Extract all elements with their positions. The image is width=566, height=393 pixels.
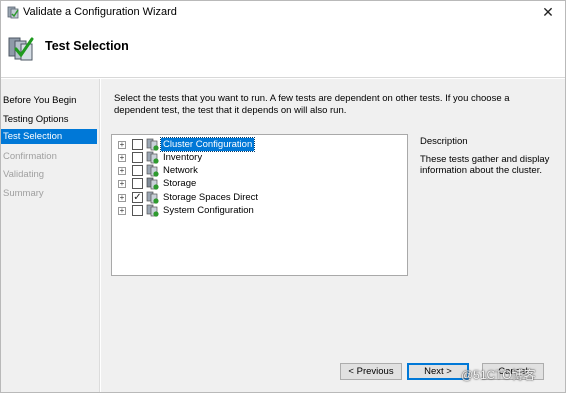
tree-item-inventory[interactable]: + Inventory xyxy=(118,151,398,164)
description-text: These tests gather and display informati… xyxy=(420,154,550,176)
window-title: Validate a Configuration Wizard xyxy=(23,6,177,18)
nav-step-label: Confirmation xyxy=(3,151,57,162)
network-icon xyxy=(146,164,159,177)
test-checkbox[interactable] xyxy=(132,165,143,176)
nav-step-before-you-begin[interactable]: Before You Begin xyxy=(1,93,97,108)
close-icon: ✕ xyxy=(542,4,554,20)
storage-spaces-icon xyxy=(146,191,159,204)
nav-step-label: Before You Begin xyxy=(3,95,77,106)
test-checkbox[interactable] xyxy=(132,178,143,189)
nav-step-label: Testing Options xyxy=(3,114,69,125)
nav-step-label: Summary xyxy=(3,188,44,199)
expand-icon[interactable]: + xyxy=(118,194,126,202)
instructions-text: Select the tests that you want to run. A… xyxy=(114,93,554,117)
tree-item-label: Cluster Configuration xyxy=(159,137,256,152)
wizard-window: Validate a Configuration Wizard ✕ Test S… xyxy=(0,0,566,393)
expand-icon[interactable]: + xyxy=(118,141,126,149)
cluster-wizard-icon xyxy=(7,6,19,19)
tree-item-cluster-configuration[interactable]: + Cluster Configuration xyxy=(118,137,398,152)
tree-item-storage[interactable]: + Storage xyxy=(118,177,398,190)
wizard-steps-nav: Before You Begin Testing Options Test Se… xyxy=(1,79,100,392)
system-config-icon xyxy=(146,204,159,217)
storage-icon xyxy=(146,177,159,190)
tree-item-network[interactable]: + Network xyxy=(118,164,398,177)
tree-item-label: System Configuration xyxy=(163,205,254,216)
test-checkbox-checked[interactable]: ✓ xyxy=(132,192,143,203)
test-checkbox[interactable] xyxy=(132,205,143,216)
nav-step-label: Test Selection xyxy=(3,131,63,142)
nav-step-summary: Summary xyxy=(1,186,97,201)
watermark-text: @51CTO博客 xyxy=(461,368,536,382)
nav-step-validating: Validating xyxy=(1,167,97,182)
instructions-line: dependent test, the test that it depends… xyxy=(114,105,347,116)
close-button[interactable]: ✕ xyxy=(537,2,559,22)
inventory-icon xyxy=(146,151,159,164)
nav-step-label: Validating xyxy=(3,169,45,180)
expand-icon[interactable]: + xyxy=(118,180,126,188)
page-header: Test Selection xyxy=(1,25,565,78)
tree-item-label: Network xyxy=(163,165,198,176)
expand-icon[interactable]: + xyxy=(118,167,126,175)
next-button[interactable]: Next > xyxy=(407,363,469,380)
tree-item-label: Storage xyxy=(163,178,197,189)
nav-step-testing-options[interactable]: Testing Options xyxy=(1,112,97,127)
tree-item-storage-spaces-direct[interactable]: + ✓ Storage Spaces Direct xyxy=(118,191,398,204)
description-heading: Description xyxy=(420,136,468,147)
tree-item-label: Storage Spaces Direct xyxy=(163,192,259,203)
test-tree[interactable]: + Cluster Configuration + Inventory + Ne… xyxy=(111,134,408,276)
previous-button[interactable]: < Previous xyxy=(340,363,402,380)
main-panel: Select the tests that you want to run. A… xyxy=(101,79,565,355)
cluster-config-icon xyxy=(146,138,159,151)
test-checkbox[interactable] xyxy=(132,139,143,150)
page-title: Test Selection xyxy=(45,39,129,53)
instructions-line: Select the tests that you want to run. A… xyxy=(114,93,510,104)
expand-icon[interactable]: + xyxy=(118,154,126,162)
nav-step-confirmation: Confirmation xyxy=(1,149,97,164)
cluster-checkmark-icon xyxy=(8,37,34,61)
expand-icon[interactable]: + xyxy=(118,207,126,215)
nav-step-test-selection[interactable]: Test Selection xyxy=(1,129,97,144)
tree-item-system-configuration[interactable]: + System Configuration xyxy=(118,204,398,217)
test-checkbox[interactable] xyxy=(132,152,143,163)
title-bar: Validate a Configuration Wizard ✕ xyxy=(1,1,565,25)
tree-item-label: Inventory xyxy=(163,152,203,163)
